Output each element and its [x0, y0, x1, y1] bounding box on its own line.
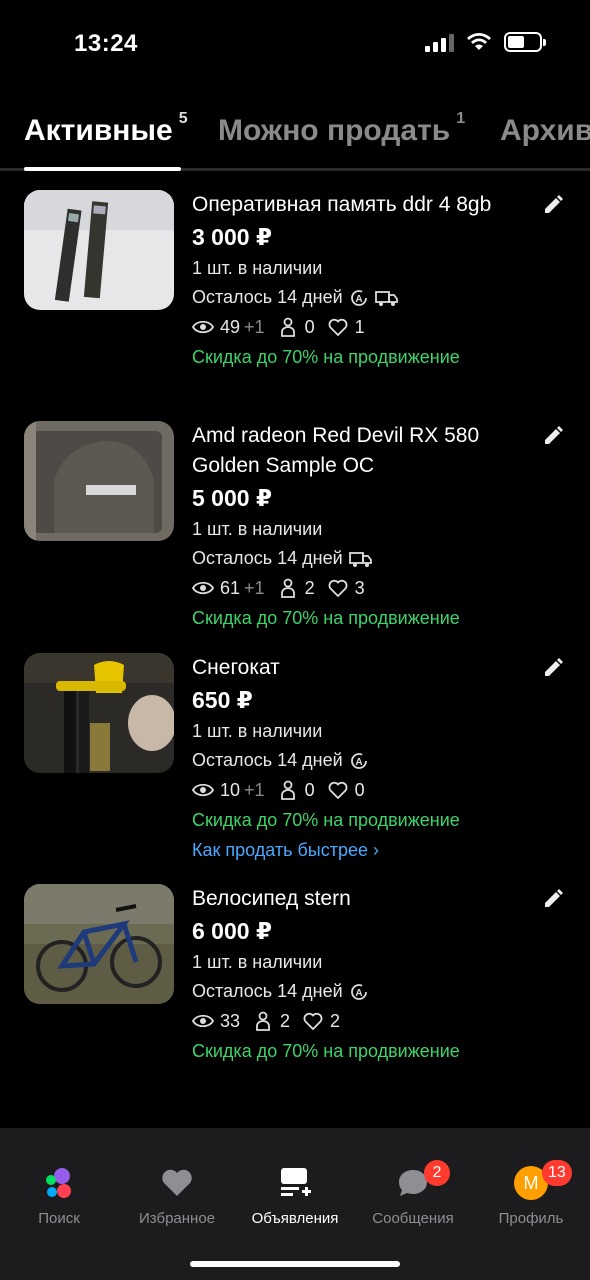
nav-favorites-label: Избранное	[138, 1210, 216, 1227]
nav-messages[interactable]: 2 Сообщения	[354, 1128, 472, 1238]
listing-price: 5 000 ₽	[192, 485, 272, 511]
views-count: 49	[220, 317, 241, 337]
eye-icon	[192, 316, 214, 338]
tab-active-count: 5	[178, 110, 188, 127]
listing-stock: 1 шт. в наличии	[192, 258, 323, 278]
listing-title[interactable]: Снегокат	[192, 653, 522, 683]
battery-icon	[504, 32, 546, 52]
tab-active-indicator	[24, 167, 181, 171]
favorites-count: 0	[354, 780, 365, 800]
person-icon	[277, 316, 299, 338]
listing-stock: 1 шт. в наличии	[192, 721, 323, 741]
listing-stats: 49 +1 0 1	[192, 312, 522, 342]
wifi-icon	[467, 33, 491, 50]
nav-profile[interactable]: M 13 Профиль	[472, 1128, 590, 1238]
listing-photo[interactable]	[24, 421, 174, 541]
heart-icon	[162, 1169, 192, 1196]
tab-archive[interactable]: Архив	[500, 114, 590, 148]
svg-text:A: A	[355, 294, 362, 305]
auto-renew-icon: A	[350, 983, 367, 1000]
auto-renew-icon: A	[350, 752, 367, 769]
heart-icon	[327, 316, 349, 338]
promo-discount-link[interactable]: Скидка до 70% на продвижение	[192, 805, 522, 835]
listing-remaining: Осталось 14 дней	[192, 544, 522, 573]
listing-remaining: Осталось 14 дней A	[192, 283, 522, 312]
status-icons	[425, 32, 546, 52]
listing-photo[interactable]	[24, 884, 174, 1004]
delivery-truck-icon	[348, 551, 372, 567]
listing-title[interactable]: Велосипед stern	[192, 884, 522, 914]
person-icon	[277, 577, 299, 599]
listing-stock: 1 шт. в наличии	[192, 952, 323, 972]
auto-renew-icon: A	[350, 289, 367, 306]
eye-icon	[192, 577, 214, 599]
views-count: 33	[220, 1011, 241, 1031]
edit-pencil-icon[interactable]	[542, 888, 564, 910]
nav-favorites[interactable]: Избранное	[118, 1128, 236, 1238]
listing-stats: 10 +1 0 0	[192, 775, 522, 805]
nav-ads[interactable]: Объявления	[236, 1128, 354, 1238]
listing-stock: 1 шт. в наличии	[192, 519, 323, 539]
heart-icon	[327, 577, 349, 599]
avito-logo-icon	[46, 1168, 71, 1198]
promo-discount-link[interactable]: Скидка до 70% на продвижение	[192, 603, 522, 633]
contacts-count: 0	[304, 780, 315, 800]
views-delta: +1	[244, 317, 265, 337]
listing-price: 650 ₽	[192, 687, 253, 713]
listing-title[interactable]: Amd radeon Red Devil RX 580 Golden Sampl…	[192, 421, 522, 481]
edit-pencil-icon[interactable]	[542, 194, 564, 216]
listings-add-icon	[281, 1168, 311, 1196]
listing-title[interactable]: Оперативная память ddr 4 8gb	[192, 190, 522, 220]
cellular-signal-icon	[425, 32, 454, 52]
messages-badge: 2	[424, 1160, 450, 1186]
svg-text:A: A	[355, 757, 362, 768]
contacts-count: 0	[304, 317, 315, 337]
listing-tabs: Активные 5 Можно продать 1 Архив	[0, 108, 590, 172]
contacts-count: 2	[280, 1011, 291, 1031]
promo-discount-link[interactable]: Скидка до 70% на продвижение	[192, 342, 522, 372]
listing-stats: 33 2 2	[192, 1006, 522, 1036]
listing-photo[interactable]	[24, 653, 174, 773]
heart-icon	[327, 779, 349, 801]
views-delta: +1	[244, 780, 265, 800]
edit-pencil-icon[interactable]	[542, 657, 564, 679]
person-icon	[252, 1010, 274, 1032]
how-to-sell-faster-link[interactable]: Как продать быстрее ›	[192, 835, 522, 865]
favorites-count: 2	[330, 1011, 341, 1031]
listing-stats: 61 +1 2 3	[192, 573, 522, 603]
status-time: 13:24	[74, 30, 138, 57]
favorites-count: 3	[354, 578, 365, 598]
tab-can-sell-count: 1	[456, 110, 466, 127]
bottom-navigation: Поиск Избранное Объявления 2 Сообщения M…	[0, 1128, 590, 1280]
listing-price: 3 000 ₽	[192, 224, 272, 250]
home-indicator	[190, 1261, 400, 1267]
promo-discount-link[interactable]: Скидка до 70% на продвижение	[192, 1036, 522, 1066]
contacts-count: 2	[304, 578, 315, 598]
eye-icon	[192, 779, 214, 801]
nav-ads-label: Объявления	[251, 1210, 339, 1227]
listing-remaining: Осталось 14 дней A	[192, 977, 522, 1006]
views-count: 61	[220, 578, 241, 598]
favorites-count: 1	[354, 317, 365, 337]
nav-search[interactable]: Поиск	[0, 1128, 118, 1238]
eye-icon	[192, 1010, 214, 1032]
views-delta: +1	[244, 578, 265, 598]
heart-icon	[302, 1010, 324, 1032]
listing-price: 6 000 ₽	[192, 918, 272, 944]
listing-photo[interactable]	[24, 190, 174, 310]
nav-search-label: Поиск	[38, 1210, 80, 1227]
nav-profile-label: Профиль	[498, 1210, 564, 1227]
status-bar: 13:24	[0, 0, 590, 90]
profile-badge: 13	[542, 1160, 572, 1186]
tab-active[interactable]: Активные 5	[24, 110, 188, 148]
listing-remaining: Осталось 14 дней A	[192, 746, 522, 775]
svg-text:A: A	[355, 988, 362, 999]
nav-messages-label: Сообщения	[372, 1210, 454, 1227]
views-count: 10	[220, 780, 241, 800]
chevron-right-icon: ›	[373, 840, 380, 860]
person-icon	[277, 779, 299, 801]
delivery-truck-icon	[374, 290, 398, 306]
edit-pencil-icon[interactable]	[542, 425, 564, 447]
tab-can-sell[interactable]: Можно продать 1	[218, 110, 465, 148]
